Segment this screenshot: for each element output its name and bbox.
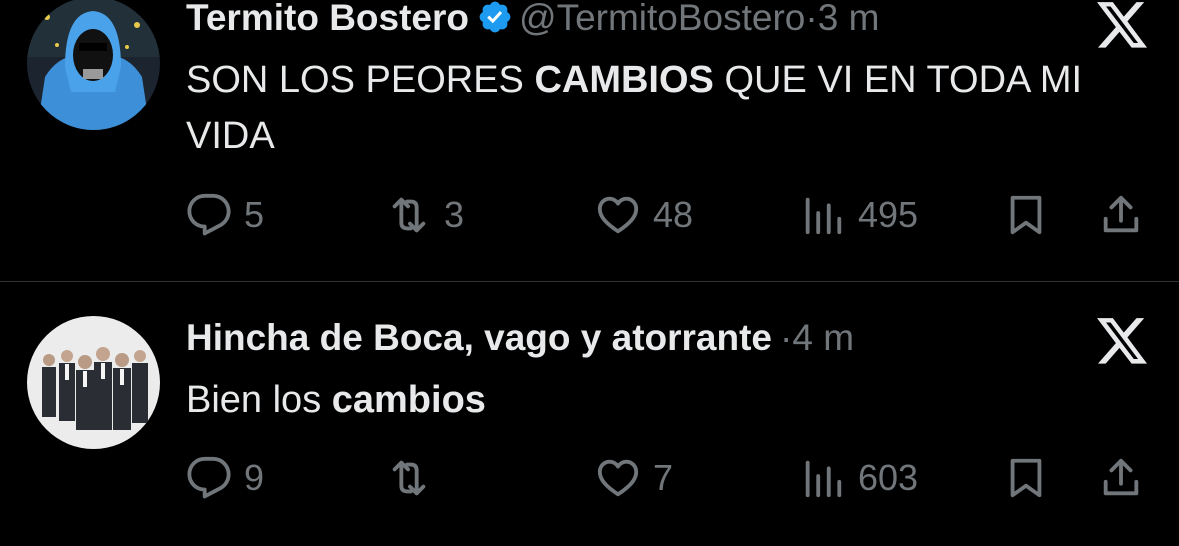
views-icon xyxy=(805,460,842,498)
text-segment: Bien los xyxy=(186,379,332,421)
like-button[interactable]: 7 xyxy=(595,453,673,503)
reply-button[interactable]: 9 xyxy=(186,453,264,503)
repost-icon xyxy=(392,460,426,496)
views-count: 603 xyxy=(858,457,919,498)
reply-icon xyxy=(187,456,231,499)
timestamp[interactable]: 4 m xyxy=(792,317,854,358)
share-button[interactable] xyxy=(1098,453,1144,503)
repost-button[interactable] xyxy=(386,453,444,503)
avatar[interactable] xyxy=(27,316,160,449)
tweet-header: Hincha de Boca, vago y atorrante ·4 m xyxy=(186,316,854,360)
share-icon xyxy=(1103,458,1139,496)
bookmark-icon xyxy=(1010,458,1042,498)
like-icon xyxy=(597,459,639,497)
x-logo-icon xyxy=(1097,318,1148,364)
text-segment-bold: cambios xyxy=(331,379,486,421)
separator-dot: · xyxy=(780,317,793,358)
action-bar: 9 7 603 xyxy=(0,453,1179,503)
tweet[interactable]: Hincha de Boca, vago y atorrante ·4 m Bie… xyxy=(0,0,1179,546)
views-button[interactable]: 603 xyxy=(800,453,918,503)
tweet-text: Bien los cambios xyxy=(186,372,1086,428)
like-count: 7 xyxy=(653,457,674,498)
bookmark-button[interactable] xyxy=(1003,453,1049,503)
display-name[interactable]: Hincha de Boca, vago y atorrante xyxy=(186,317,772,358)
reply-count: 9 xyxy=(244,457,265,498)
